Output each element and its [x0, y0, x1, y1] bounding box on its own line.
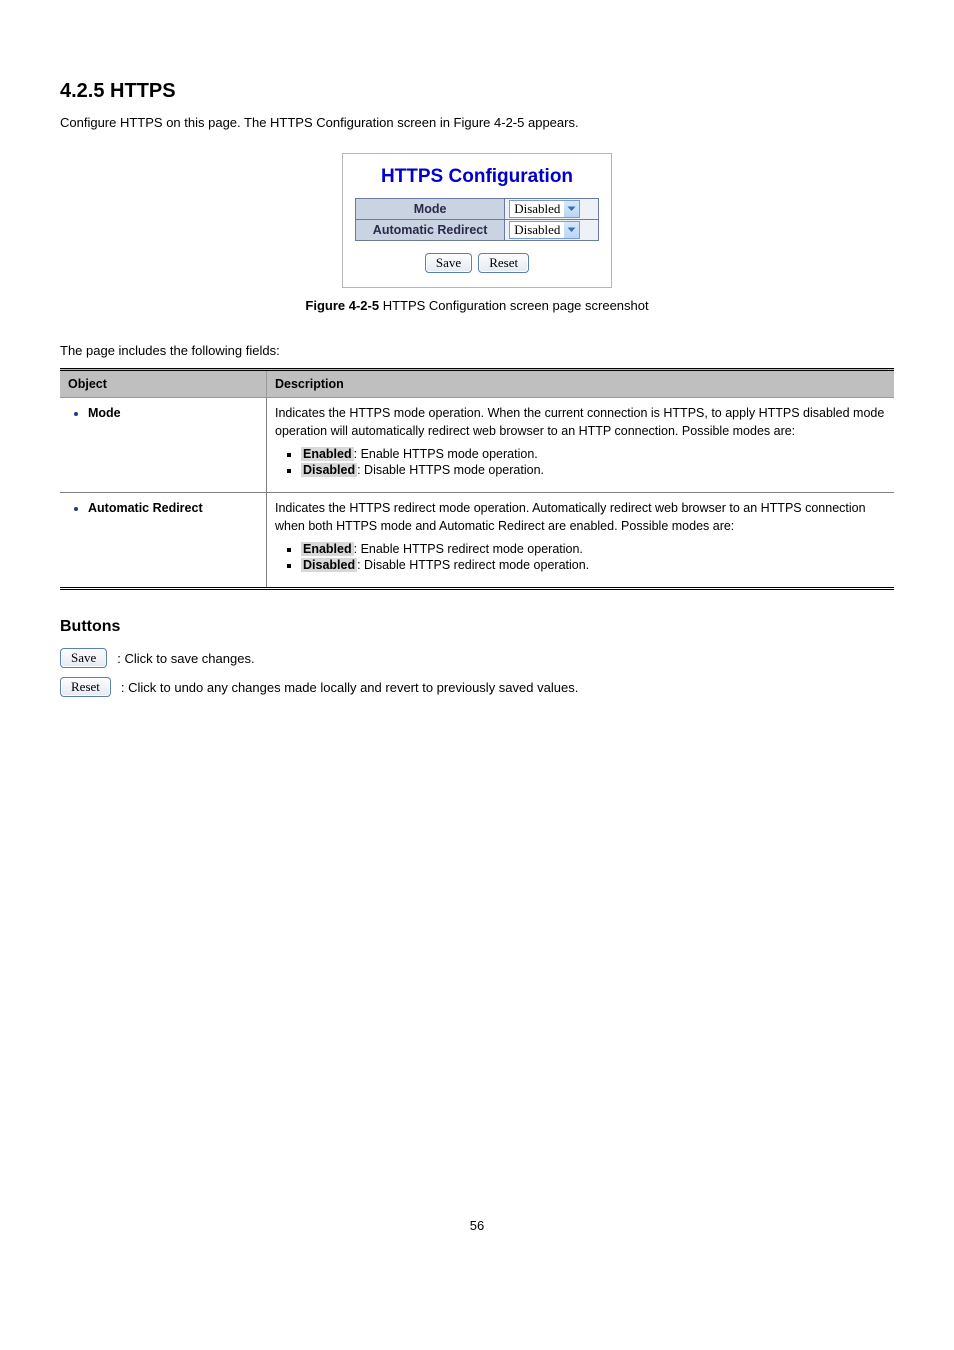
figure-caption: Figure 4-2-5 HTTPS Configuration screen …: [60, 298, 894, 313]
figure-label-rest: HTTPS Configuration screen page screensh…: [379, 298, 649, 313]
redirect-opt-enabled-rest: : Enable HTTPS redirect mode operation.: [354, 542, 583, 556]
figure-container: HTTPS Configuration Mode Disabled Aut: [60, 153, 894, 288]
panel-reset-button[interactable]: Reset: [478, 253, 529, 273]
col-description: Description: [267, 369, 895, 397]
https-config-panel: HTTPS Configuration Mode Disabled Aut: [342, 153, 612, 288]
obj-mode: Mode: [88, 406, 121, 420]
mode-select-value: Disabled: [514, 201, 562, 217]
description-table: Object Description Mode Indicates the HT…: [60, 368, 894, 591]
table-row: Mode Indicates the HTTPS mode operation.…: [60, 397, 894, 492]
row-mode-label: Mode: [356, 198, 505, 219]
mode-lead: Indicates the HTTPS mode operation. When…: [275, 404, 886, 440]
page-root: 4.2.5 HTTPS Configure HTTPS on this page…: [0, 0, 954, 1273]
mode-opt-disabled: Disabled: [301, 463, 357, 477]
save-button[interactable]: Save: [60, 648, 107, 668]
section-intro: Configure HTTPS on this page. The HTTPS …: [60, 113, 894, 133]
table-row: Automatic Redirect Indicates the HTTPS r…: [60, 492, 894, 588]
page-number: 56: [60, 1218, 894, 1233]
buttons-heading: Buttons: [60, 618, 894, 636]
row-redirect-label: Automatic Redirect: [356, 219, 505, 240]
section-name: HTTPS: [110, 80, 176, 102]
reset-desc: : Click to undo any changes made locally…: [121, 677, 894, 698]
save-desc: : Click to save changes.: [117, 648, 894, 669]
chevron-down-icon: [564, 201, 579, 217]
mode-opt-enabled: Enabled: [301, 447, 354, 461]
reset-button[interactable]: Reset: [60, 677, 111, 697]
reset-button-row: Reset : Click to undo any changes made l…: [60, 677, 894, 698]
mode-opt-enabled-rest: : Enable HTTPS mode operation.: [354, 447, 538, 461]
panel-button-row: Save Reset: [355, 253, 599, 273]
panel-save-button[interactable]: Save: [425, 253, 472, 273]
redirect-select[interactable]: Disabled: [509, 221, 580, 239]
panel-title: HTTPS Configuration: [355, 166, 599, 188]
mode-select[interactable]: Disabled: [509, 200, 580, 218]
col-object: Object: [60, 369, 267, 397]
redirect-opt-enabled: Enabled: [301, 542, 354, 556]
redirect-opt-disabled-rest: : Disable HTTPS redirect mode operation.: [357, 558, 589, 572]
section-number: 4.2.5: [60, 80, 104, 102]
config-table: Mode Disabled Automatic Redirect: [355, 198, 599, 241]
figure-label: Figure 4-2-5: [305, 298, 379, 313]
mode-opt-disabled-rest: : Disable HTTPS mode operation.: [357, 463, 544, 477]
redirect-select-value: Disabled: [514, 222, 562, 238]
save-button-row: Save : Click to save changes.: [60, 648, 894, 669]
redirect-lead: Indicates the HTTPS redirect mode operat…: [275, 499, 886, 535]
chevron-down-icon: [564, 222, 579, 238]
table-intro: The page includes the following fields:: [60, 343, 894, 358]
redirect-opt-disabled: Disabled: [301, 558, 357, 572]
obj-redirect: Automatic Redirect: [88, 501, 203, 515]
section-heading: 4.2.5 HTTPS: [60, 80, 894, 103]
